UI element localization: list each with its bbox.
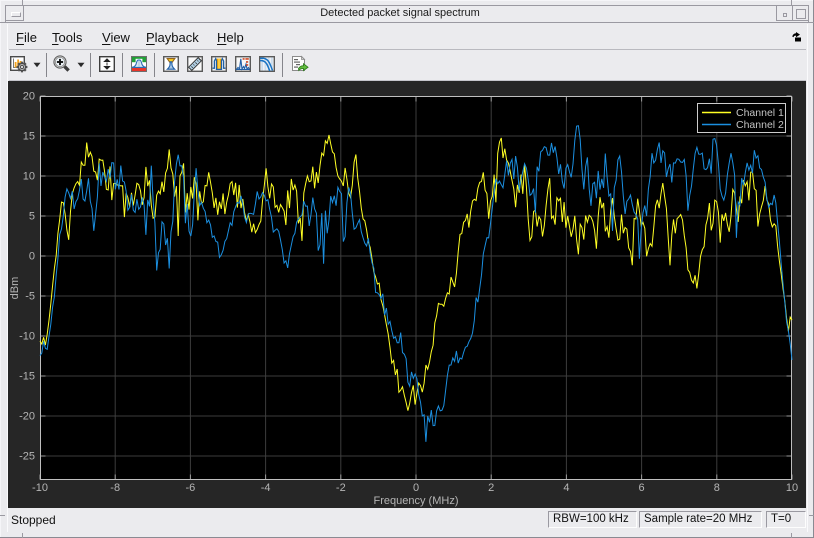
svg-text:10: 10 bbox=[23, 171, 35, 183]
svg-text:-10: -10 bbox=[19, 331, 35, 343]
svg-text:4: 4 bbox=[563, 482, 569, 494]
svg-text:-20: -20 bbox=[19, 411, 35, 423]
svg-text:8: 8 bbox=[714, 482, 720, 494]
svg-text:0: 0 bbox=[29, 251, 35, 263]
svg-text:2: 2 bbox=[488, 482, 494, 494]
svg-text:Channel 2: Channel 2 bbox=[736, 119, 784, 131]
svg-text:-15: -15 bbox=[19, 371, 35, 383]
svg-text:0: 0 bbox=[413, 482, 419, 494]
svg-text:20: 20 bbox=[23, 91, 35, 103]
svg-text:15: 15 bbox=[23, 131, 35, 143]
svg-text:-5: -5 bbox=[25, 291, 35, 303]
svg-text:dBm: dBm bbox=[9, 277, 21, 300]
svg-text:-6: -6 bbox=[186, 482, 196, 494]
svg-text:6: 6 bbox=[639, 482, 645, 494]
svg-text:-2: -2 bbox=[336, 482, 346, 494]
svg-text:5: 5 bbox=[29, 211, 35, 223]
svg-text:10: 10 bbox=[786, 482, 798, 494]
svg-text:-4: -4 bbox=[261, 482, 271, 494]
svg-text:Channel 1: Channel 1 bbox=[736, 107, 784, 119]
svg-text:-8: -8 bbox=[110, 482, 120, 494]
svg-text:-10: -10 bbox=[32, 482, 48, 494]
svg-text:-25: -25 bbox=[19, 451, 35, 463]
svg-text:Frequency (MHz): Frequency (MHz) bbox=[374, 495, 459, 507]
